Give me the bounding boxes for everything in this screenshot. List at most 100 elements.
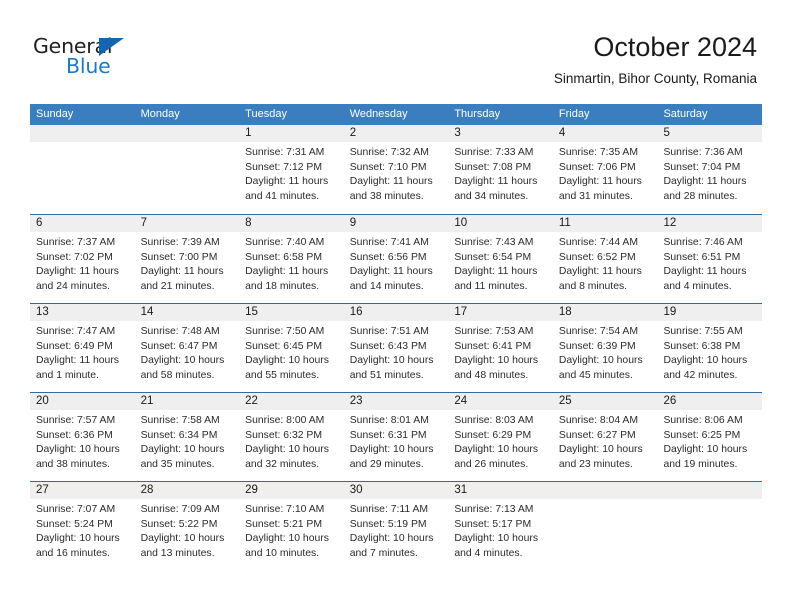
weekday-header-thursday: Thursday [454,108,501,120]
daylight-text-line2: and 38 minutes. [36,458,110,470]
day-sun-info: Sunrise: 7:51 AM Sunset: 6:43 PM Daylight:… [344,321,449,383]
day-number: 18 [558,306,572,318]
daylight-text-line2: and 45 minutes. [558,369,633,381]
sunrise-text: Sunrise: 7:10 AM [245,504,325,515]
calendar-day-cell[interactable]: 21 Sunrise: 7:58 AM Sunset: 6:34 PM Dayligh… [134,393,240,481]
day-number: 3 [454,127,461,139]
sunset-text: Sunset: 6:58 PM [245,251,322,263]
calendar-day-cell[interactable]: 18 Sunrise: 7:54 AM Sunset: 6:39 PM Dayligh… [552,304,658,392]
calendar-day-cell[interactable]: 16 Sunrise: 7:51 AM Sunset: 6:43 PM Dayligh… [343,304,449,392]
calendar-day-cell[interactable]: 13 Sunrise: 7:47 AM Sunset: 6:49 PM Dayligh… [30,304,135,392]
sunset-text: Sunset: 7:12 PM [245,161,322,173]
daylight-text-line2: and 19 minutes. [663,458,738,470]
day-number-band: 10 [448,215,553,232]
calendar-page: General Blue October 2024 Sinmartin, Bih… [0,0,792,612]
daylight-text-line1: Daylight: 10 hours [245,533,329,545]
calendar-day-cell[interactable]: 24 Sunrise: 8:03 AM Sunset: 6:29 PM Dayligh… [448,393,553,481]
day-number-band: 26 [657,393,763,410]
title-block: October 2024 Sinmartin, Bihor County, Ro… [554,30,757,87]
sunset-text: Sunset: 7:04 PM [663,161,741,173]
daylight-text-line2: and 35 minutes. [140,458,215,470]
calendar-day-cell[interactable]: 19 Sunrise: 7:55 AM Sunset: 6:38 PM Dayligh… [657,304,763,392]
sunset-text: Sunset: 6:47 PM [140,340,218,352]
daylight-text-line1: Daylight: 11 hours [663,176,747,188]
day-number-band: 7 [134,215,240,232]
daylight-text-line2: and 23 minutes. [558,458,633,470]
sunset-text: Sunset: 7:10 PM [349,161,427,173]
calendar-day-cell[interactable]: 20 Sunrise: 7:57 AM Sunset: 6:36 PM Dayligh… [30,393,135,481]
day-sun-info: Sunrise: 8:01 AM Sunset: 6:31 PM Daylight:… [344,410,449,472]
daylight-text-line2: and 16 minutes. [36,547,110,559]
sunrise-text: Sunrise: 7:35 AM [558,147,639,158]
day-number-band: 1 [239,125,344,142]
calendar-day-cell-empty [134,125,240,214]
calendar-day-cell[interactable]: 11 Sunrise: 7:44 AM Sunset: 6:52 PM Dayligh… [552,215,658,303]
day-sun-info: Sunrise: 7:57 AM Sunset: 6:36 PM Daylight:… [30,410,135,472]
calendar-day-cell[interactable]: 25 Sunrise: 8:04 AM Sunset: 6:27 PM Dayligh… [552,393,658,481]
calendar-day-cell[interactable]: 26 Sunrise: 8:06 AM Sunset: 6:25 PM Dayligh… [657,393,763,481]
calendar-day-cell[interactable]: 27 Sunrise: 7:07 AM Sunset: 5:24 PM Dayligh… [30,482,135,570]
day-number: 30 [349,484,363,496]
day-sun-info: Sunrise: 7:10 AM Sunset: 5:21 PM Daylight:… [239,499,344,561]
general-blue-logo[interactable]: General Blue [33,36,213,86]
calendar-day-cell[interactable]: 12 Sunrise: 7:46 AM Sunset: 6:51 PM Dayligh… [657,215,763,303]
calendar-day-cell[interactable]: 31 Sunrise: 7:13 AM Sunset: 5:17 PM Dayligh… [448,482,553,570]
day-number: 1 [245,127,252,139]
sunrise-text: Sunrise: 7:32 AM [349,147,429,158]
day-number: 14 [140,306,154,318]
daylight-text-line2: and 4 minutes. [663,280,732,292]
calendar-day-cell[interactable]: 28 Sunrise: 7:09 AM Sunset: 5:22 PM Dayligh… [134,482,240,570]
calendar-day-cell[interactable]: 7 Sunrise: 7:39 AM Sunset: 7:00 PM Daylight… [134,215,240,303]
daylight-text-line1: Daylight: 10 hours [349,533,434,545]
calendar-day-cell[interactable]: 15 Sunrise: 7:50 AM Sunset: 6:45 PM Dayligh… [239,304,344,392]
daylight-text-line1: Daylight: 10 hours [36,533,120,545]
calendar-day-cell[interactable]: 6 Sunrise: 7:37 AM Sunset: 7:02 PM Daylight… [30,215,135,303]
calendar-day-cell[interactable]: 1 Sunrise: 7:31 AM Sunset: 7:12 PM Daylight… [239,125,344,214]
daylight-text-line1: Daylight: 11 hours [349,266,433,278]
day-number-band: 5 [657,125,763,142]
sunrise-text: Sunrise: 7:58 AM [140,415,220,426]
calendar-day-cell[interactable]: 3 Sunrise: 7:33 AM Sunset: 7:08 PM Daylight… [448,125,553,214]
sunrise-text: Sunrise: 7:11 AM [349,504,429,515]
calendar-day-cell[interactable]: 5 Sunrise: 7:36 AM Sunset: 7:04 PM Daylight… [657,125,763,214]
daylight-text-line1: Daylight: 10 hours [349,444,434,456]
calendar-day-cell[interactable]: 29 Sunrise: 7:10 AM Sunset: 5:21 PM Dayligh… [239,482,344,570]
daylight-text-line1: Daylight: 10 hours [558,444,643,456]
daylight-text-line1: Daylight: 11 hours [558,176,642,188]
calendar-week-row: 27 Sunrise: 7:07 AM Sunset: 5:24 PM Dayligh… [30,481,763,570]
day-number: 19 [663,306,677,318]
calendar-day-cell[interactable]: 30 Sunrise: 7:11 AM Sunset: 5:19 PM Dayligh… [343,482,449,570]
day-number-band: 12 [657,215,763,232]
daylight-text-line2: and 31 minutes. [558,190,633,202]
day-number-band: 8 [239,215,344,232]
day-number-band: 23 [343,393,449,410]
calendar-day-cell[interactable]: 23 Sunrise: 8:01 AM Sunset: 6:31 PM Dayligh… [343,393,449,481]
calendar-day-cell[interactable]: 17 Sunrise: 7:53 AM Sunset: 6:41 PM Dayligh… [448,304,553,392]
daylight-text-line2: and 34 minutes. [454,190,529,202]
calendar-day-cell[interactable]: 2 Sunrise: 7:32 AM Sunset: 7:10 PM Daylight… [343,125,449,214]
calendar-day-cell[interactable]: 9 Sunrise: 7:41 AM Sunset: 6:56 PM Daylight… [343,215,449,303]
calendar-day-cell[interactable]: 14 Sunrise: 7:48 AM Sunset: 6:47 PM Dayligh… [134,304,240,392]
day-sun-info: Sunrise: 7:40 AM Sunset: 6:58 PM Daylight:… [239,232,344,294]
calendar-day-cell[interactable]: 8 Sunrise: 7:40 AM Sunset: 6:58 PM Daylight… [239,215,344,303]
day-number-band: 24 [448,393,553,410]
calendar-day-cell[interactable]: 10 Sunrise: 7:43 AM Sunset: 6:54 PM Dayligh… [448,215,553,303]
daylight-text-line1: Daylight: 10 hours [663,355,748,367]
daylight-text-line2: and 48 minutes. [454,369,529,381]
sunset-text: Sunset: 6:25 PM [663,429,741,441]
daylight-text-line1: Daylight: 10 hours [663,444,748,456]
weekday-header-wednesday: Wednesday [349,108,408,120]
daylight-text-line2: and 1 minute. [36,369,99,381]
daylight-text-line2: and 18 minutes. [245,280,320,292]
day-number: 7 [140,217,147,229]
daylight-text-line2: and 10 minutes. [245,547,320,559]
sunrise-text: Sunrise: 7:51 AM [349,326,429,337]
day-number-band: 28 [134,482,240,499]
daylight-text-line2: and 11 minutes. [454,280,528,292]
daylight-text-line1: Daylight: 10 hours [245,444,329,456]
sunset-text: Sunset: 6:43 PM [349,340,427,352]
calendar-day-cell[interactable]: 4 Sunrise: 7:35 AM Sunset: 7:06 PM Daylight… [552,125,658,214]
calendar-day-cell[interactable]: 22 Sunrise: 8:00 AM Sunset: 6:32 PM Dayligh… [239,393,344,481]
sunrise-text: Sunrise: 7:37 AM [36,237,116,248]
sunrise-text: Sunrise: 7:36 AM [663,147,743,158]
